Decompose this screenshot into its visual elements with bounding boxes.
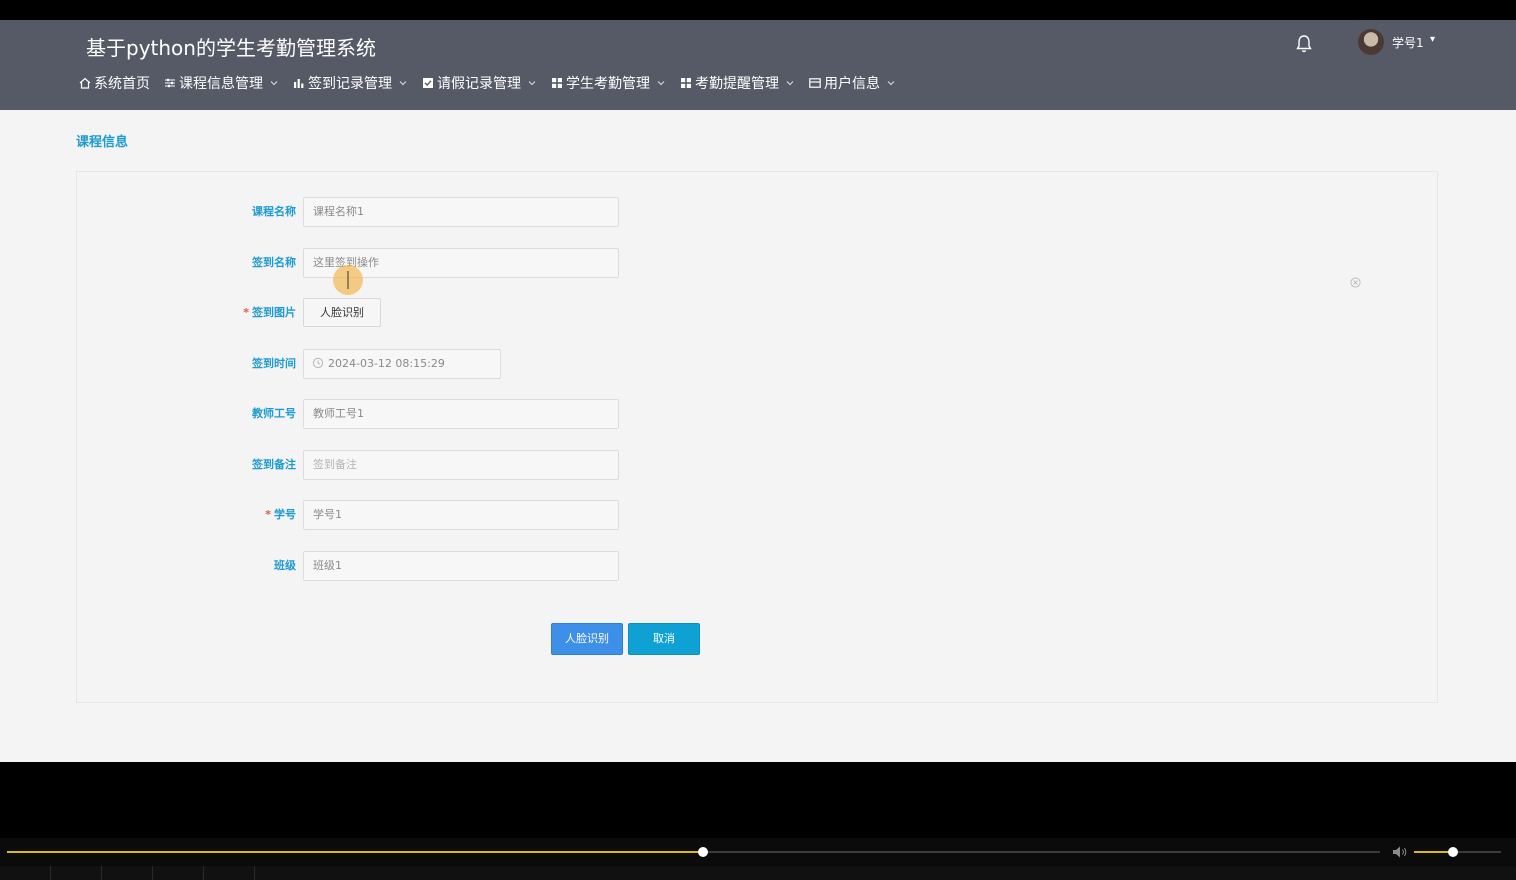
video-progress-fill: [7, 851, 704, 853]
required-mark: *: [243, 306, 249, 319]
nav-item-user-info[interactable]: 用户信息: [808, 73, 896, 93]
top-header: 基于python的学生考勤管理系统 学号1 ▾ 系统首页 课程信息管理 签到记录…: [0, 20, 1516, 110]
signin-note-input[interactable]: 签到备注: [303, 450, 619, 480]
page-title: 课程信息: [76, 135, 129, 150]
card-icon: [809, 78, 821, 88]
student-id-input[interactable]: 学号1: [303, 500, 619, 530]
grid-icon: [552, 78, 562, 88]
clock-icon: [312, 357, 324, 369]
teacher-id-input[interactable]: 教师工号1: [303, 399, 619, 429]
nav-item-label: 用户信息: [824, 76, 880, 92]
home-icon: [79, 77, 91, 89]
app-title: 基于python的学生考勤管理系统: [86, 36, 376, 60]
video-progress-handle[interactable]: [698, 847, 709, 857]
chevron-down-icon: [786, 81, 794, 86]
chevron-down-icon: [887, 81, 895, 86]
nav-item-home[interactable]: 系统首页: [78, 73, 150, 93]
field-label: * 学号: [265, 508, 296, 521]
field-label: * 签到图片: [243, 306, 296, 319]
field-label: 签到名称: [252, 256, 296, 269]
grid-icon: [681, 78, 691, 88]
form-card: 课程名称 课程名称1 签到名称 这里签到操作 * 签到图片 人脸识别 签到时间 2…: [76, 171, 1438, 703]
chevron-down-icon: [528, 81, 536, 86]
volume-handle[interactable]: [1448, 847, 1459, 857]
course-name-input[interactable]: 课程名称1: [303, 197, 619, 227]
app-window: 基于python的学生考勤管理系统 学号1 ▾ 系统首页 课程信息管理 签到记录…: [0, 20, 1516, 762]
nav-item-signin-records[interactable]: 签到记录管理: [292, 73, 408, 93]
nav-item-label: 签到记录管理: [308, 76, 392, 92]
field-label: 签到时间: [252, 357, 296, 370]
chevron-down-icon: [657, 81, 665, 86]
main-nav: 系统首页 课程信息管理 签到记录管理 请假记录管理 学生考勤管理 考勤提醒管理 …: [78, 72, 909, 94]
strip-segment: [0, 866, 51, 880]
check-square-icon: [423, 78, 433, 88]
nav-item-label: 考勤提醒管理: [695, 76, 779, 92]
text-cursor-icon: [347, 271, 349, 289]
bar-chart-icon: [294, 79, 304, 88]
nav-item-course-info[interactable]: 课程信息管理: [163, 73, 279, 93]
video-top-letterbox: [0, 0, 1516, 20]
field-label: 班级: [274, 559, 296, 572]
chevron-down-icon: [399, 81, 407, 86]
field-label: 课程名称: [252, 205, 296, 218]
class-input[interactable]: 班级1: [303, 551, 619, 581]
sliders-icon: [165, 78, 175, 88]
nav-item-label: 课程信息管理: [179, 76, 263, 92]
strip-segment: [204, 866, 255, 880]
face-recognition-upload-button[interactable]: 人脸识别: [303, 298, 381, 327]
nav-item-leave-records[interactable]: 请假记录管理: [421, 73, 537, 93]
player-bottom-strip: [0, 866, 1516, 880]
strip-segment: [102, 866, 153, 880]
caret-down-icon[interactable]: ▾: [1430, 34, 1435, 45]
bell-icon[interactable]: [1295, 34, 1313, 54]
required-mark: *: [265, 508, 271, 521]
nav-item-label: 系统首页: [94, 76, 150, 92]
nav-item-label: 请假记录管理: [437, 76, 521, 92]
avatar[interactable]: [1358, 29, 1384, 55]
nav-item-label: 学生考勤管理: [566, 76, 650, 92]
nav-item-student-attendance[interactable]: 学生考勤管理: [550, 73, 666, 93]
signin-time-picker[interactable]: 2024-03-12 08:15:29: [303, 349, 501, 379]
video-player-controls: [0, 838, 1516, 880]
nav-item-attendance-reminders[interactable]: 考勤提醒管理: [679, 73, 795, 93]
clear-icon[interactable]: [1350, 277, 1361, 288]
video-progress-bar[interactable]: [7, 847, 1380, 857]
field-label: 教师工号: [252, 407, 296, 420]
strip-segment: [153, 866, 204, 880]
volume-slider[interactable]: [1414, 847, 1501, 857]
strip-segment: [51, 866, 102, 880]
chevron-down-icon: [270, 81, 278, 86]
cancel-button[interactable]: 取消: [628, 623, 700, 655]
face-recognition-submit-button[interactable]: 人脸识别: [551, 623, 623, 655]
speaker-icon[interactable]: [1392, 845, 1408, 859]
field-label: 签到备注: [252, 458, 296, 471]
user-name[interactable]: 学号1: [1392, 34, 1424, 51]
